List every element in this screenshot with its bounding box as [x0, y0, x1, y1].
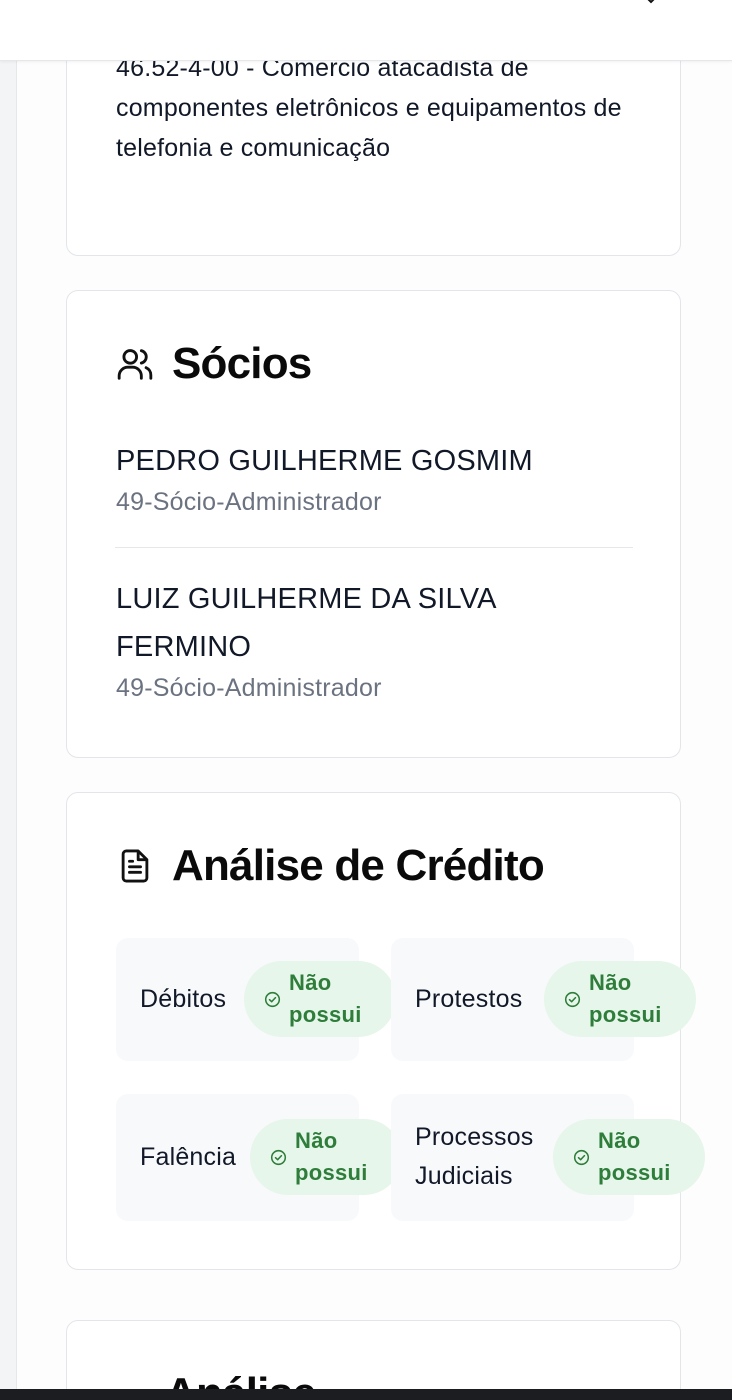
credit-item-label: Protestos	[415, 985, 523, 1013]
status-text: Não possui	[289, 970, 362, 1027]
status-text: Não possui	[598, 1128, 671, 1185]
next-analysis-card: Análise	[66, 1320, 681, 1400]
divider	[115, 547, 633, 548]
status-text: Não possui	[295, 1128, 368, 1185]
check-circle-icon	[564, 991, 581, 1007]
check-circle-icon	[264, 991, 281, 1007]
credit-item-label: Débitos	[140, 985, 227, 1013]
status-badge: Não possui	[244, 961, 396, 1037]
credit-analysis-card: Análise de Crédito Débitos Não possui Pr…	[66, 792, 705, 1270]
credit-item-falencia: Falência Não possui	[116, 1094, 402, 1221]
check-circle-icon	[573, 1149, 590, 1165]
system-bottom-bar	[0, 1389, 732, 1400]
check-circle-icon	[270, 1149, 287, 1165]
partner-role: 49-Sócio-Administrador	[116, 674, 382, 702]
credit-item-protestos: Protestos Não possui	[391, 938, 696, 1061]
partner-item: PEDRO GUILHERME GOSMIM 49-Sócio-Administ…	[116, 437, 636, 519]
credit-analysis-header: Análise de Crédito	[116, 841, 545, 891]
chevron-down-icon[interactable]	[644, 0, 658, 8]
credit-item-processos-judiciais: Processos Judiciais Não possui	[391, 1094, 705, 1221]
top-app-bar	[0, 0, 732, 61]
status-text: Não possui	[589, 970, 662, 1027]
partners-card: Sócios PEDRO GUILHERME GOSMIM 49-Sócio-A…	[66, 290, 681, 758]
status-badge: Não possui	[250, 1119, 402, 1195]
partner-name: LUIZ GUILHERME DA SILVA FERMINO	[116, 583, 496, 663]
credit-item-label: Falência	[140, 1143, 237, 1171]
credit-item-debitos: Débitos Não possui	[116, 938, 396, 1061]
partner-name: PEDRO GUILHERME GOSMIM	[116, 445, 533, 477]
credit-analysis-title: Análise de Crédito	[172, 841, 545, 890]
partners-title: Sócios	[172, 339, 312, 388]
cnae-activity-text: 46.52-4-00 - Comércio atacadista de comp…	[116, 54, 622, 162]
users-icon	[117, 349, 153, 380]
partners-header: Sócios	[116, 339, 312, 389]
status-badge: Não possui	[553, 1119, 705, 1195]
document-icon	[121, 849, 149, 883]
credit-item-label: Processos Judiciais	[415, 1123, 534, 1190]
status-badge: Não possui	[544, 961, 696, 1037]
partner-role: 49-Sócio-Administrador	[116, 488, 382, 516]
partner-item: LUIZ GUILHERME DA SILVA FERMINO 49-Sócio…	[116, 575, 636, 705]
